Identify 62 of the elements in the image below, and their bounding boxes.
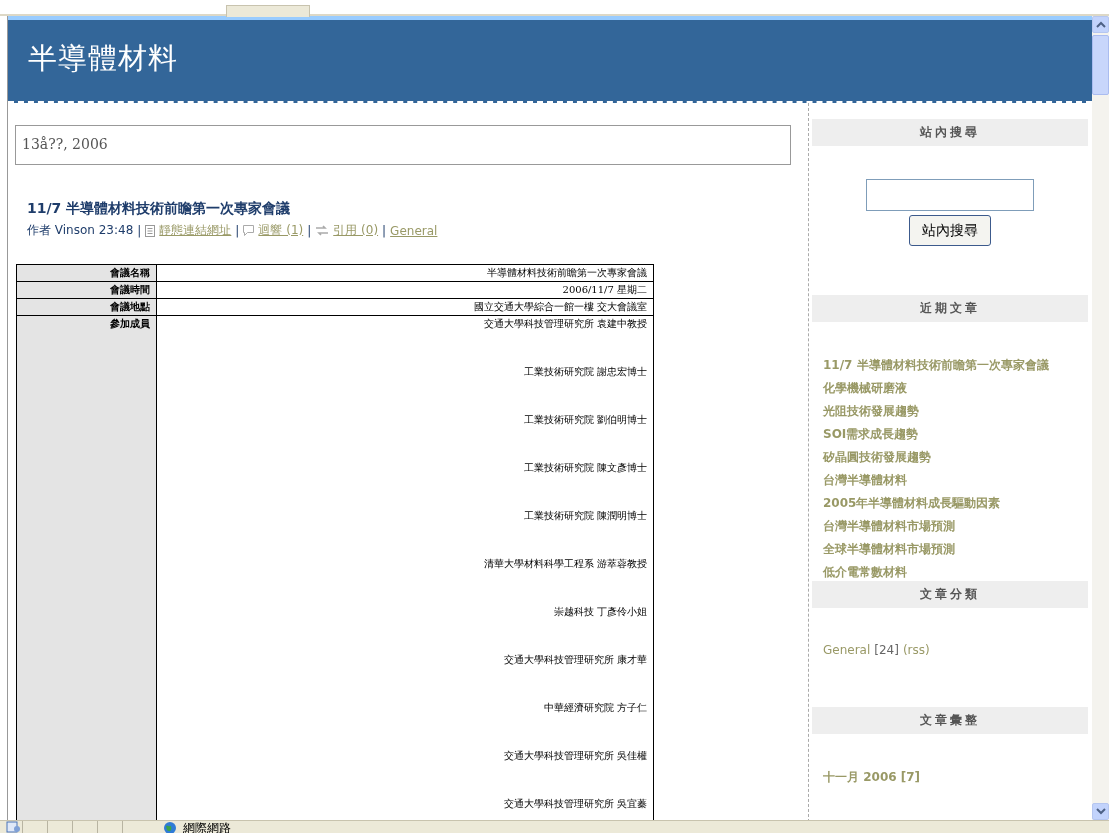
section-title: 文章分類 (812, 581, 1088, 608)
sidebar-link[interactable]: 台灣半導體材料市場預測 (823, 518, 955, 535)
table-cell: 清華大學材料科學工程系 游萃蓉教授 (483, 557, 647, 571)
table-cell: 工業技術研究院 陳潤明博士 (523, 509, 647, 523)
table-cell: 半導體材料技術前瞻第一次專家會議 (487, 266, 647, 280)
table-label: 參加成員 (17, 316, 157, 820)
permalink-link[interactable]: 靜態連結網址 (159, 222, 232, 239)
speech-bubble-icon (243, 224, 255, 237)
table-cell: 中華經濟研究院 方子仁 (543, 701, 647, 715)
table-label: 會議名稱 (17, 265, 157, 281)
table-label: 會議地點 (17, 299, 157, 315)
category-link[interactable]: General (823, 643, 871, 657)
post-byline: 作者 Vinson 23:48 (27, 222, 134, 239)
table-cell: 交通大學科技管理研究所 袁建中教授 (483, 317, 647, 331)
table-cell: 工業技術研究院 謝忠宏博士 (523, 365, 647, 379)
table-cell: 工業技術研究院 劉伯明博士 (523, 413, 647, 427)
globe-icon (163, 821, 177, 833)
separator: | (382, 223, 387, 238)
blog-title: 半導體材料 (28, 39, 178, 77)
table-cell: 國立交通大學綜合一館一樓 交大會議室 (473, 300, 647, 314)
category-link[interactable]: General (390, 223, 438, 238)
scroll-up-button[interactable] (1092, 16, 1109, 33)
sidebar-link[interactable]: 2005年半導體材料成長驅動因素 (823, 495, 1001, 512)
scroll-thumb[interactable] (1092, 35, 1109, 95)
separator: | (235, 223, 240, 238)
sidebar-link[interactable]: 十一月 2006 [7] (823, 769, 921, 786)
sidebar-link[interactable]: 光阻技術發展趨勢 (823, 403, 919, 420)
scroll-down-button[interactable] (1092, 803, 1109, 820)
sidebar-link[interactable]: SOI需求成長趨勢 (823, 426, 919, 443)
table-cell: 2006/11/7 星期二 (562, 283, 647, 297)
separator: | (137, 223, 142, 238)
browser-tab[interactable] (226, 5, 310, 17)
table-cell: 交通大學科技管理研究所 吳宜蓁 (503, 797, 647, 811)
separator: | (307, 223, 312, 238)
comments-link[interactable]: 迴響 (1) (258, 222, 304, 239)
sidebar-link[interactable]: 全球半導體材料市場預測 (823, 541, 955, 558)
rss-link[interactable]: (rss) (902, 643, 930, 657)
caret-up-icon (1095, 21, 1106, 28)
sidebar-link[interactable]: 台灣半導體材料 (823, 472, 907, 489)
table-cell: 交通大學科技管理研究所 康才華 (503, 653, 647, 667)
trackback-link[interactable]: 引用 (0) (333, 222, 379, 239)
section-title: 站內搜尋 (812, 119, 1088, 146)
search-field[interactable] (866, 179, 1034, 211)
document-icon (145, 224, 156, 237)
table-cell: 崇越科技 丁彥伶小姐 (553, 605, 647, 619)
sidebar-link[interactable]: 低介電常數材料 (823, 564, 907, 581)
status-text: 網際網路 (183, 821, 231, 833)
date-header: 13å??, 2006 (15, 125, 791, 165)
sidebar-link[interactable]: 化學機械研磨液 (823, 380, 907, 397)
sidebar-link[interactable]: 11/7 半導體材料技術前瞻第一次專家會議 (823, 357, 1049, 374)
post-title[interactable]: 11/7 半導體材料技術前瞻第一次專家會議 (27, 200, 808, 218)
table-cell: 工業技術研究院 陳文彥博士 (523, 461, 647, 475)
section-title: 文章彙整 (812, 707, 1088, 734)
sidebar-link[interactable]: 矽晶圓技術發展趨勢 (823, 449, 931, 466)
table-cell: 交通大學科技管理研究所 吳佳權 (503, 749, 647, 763)
page-icon (6, 821, 20, 833)
search-button[interactable]: 站內搜尋 (909, 215, 991, 246)
section-title: 近期文章 (812, 295, 1088, 322)
caret-down-icon (1095, 808, 1106, 815)
post-count: [24] (874, 643, 899, 657)
arrows-icon (315, 225, 330, 236)
table-label: 會議時間 (17, 282, 157, 298)
